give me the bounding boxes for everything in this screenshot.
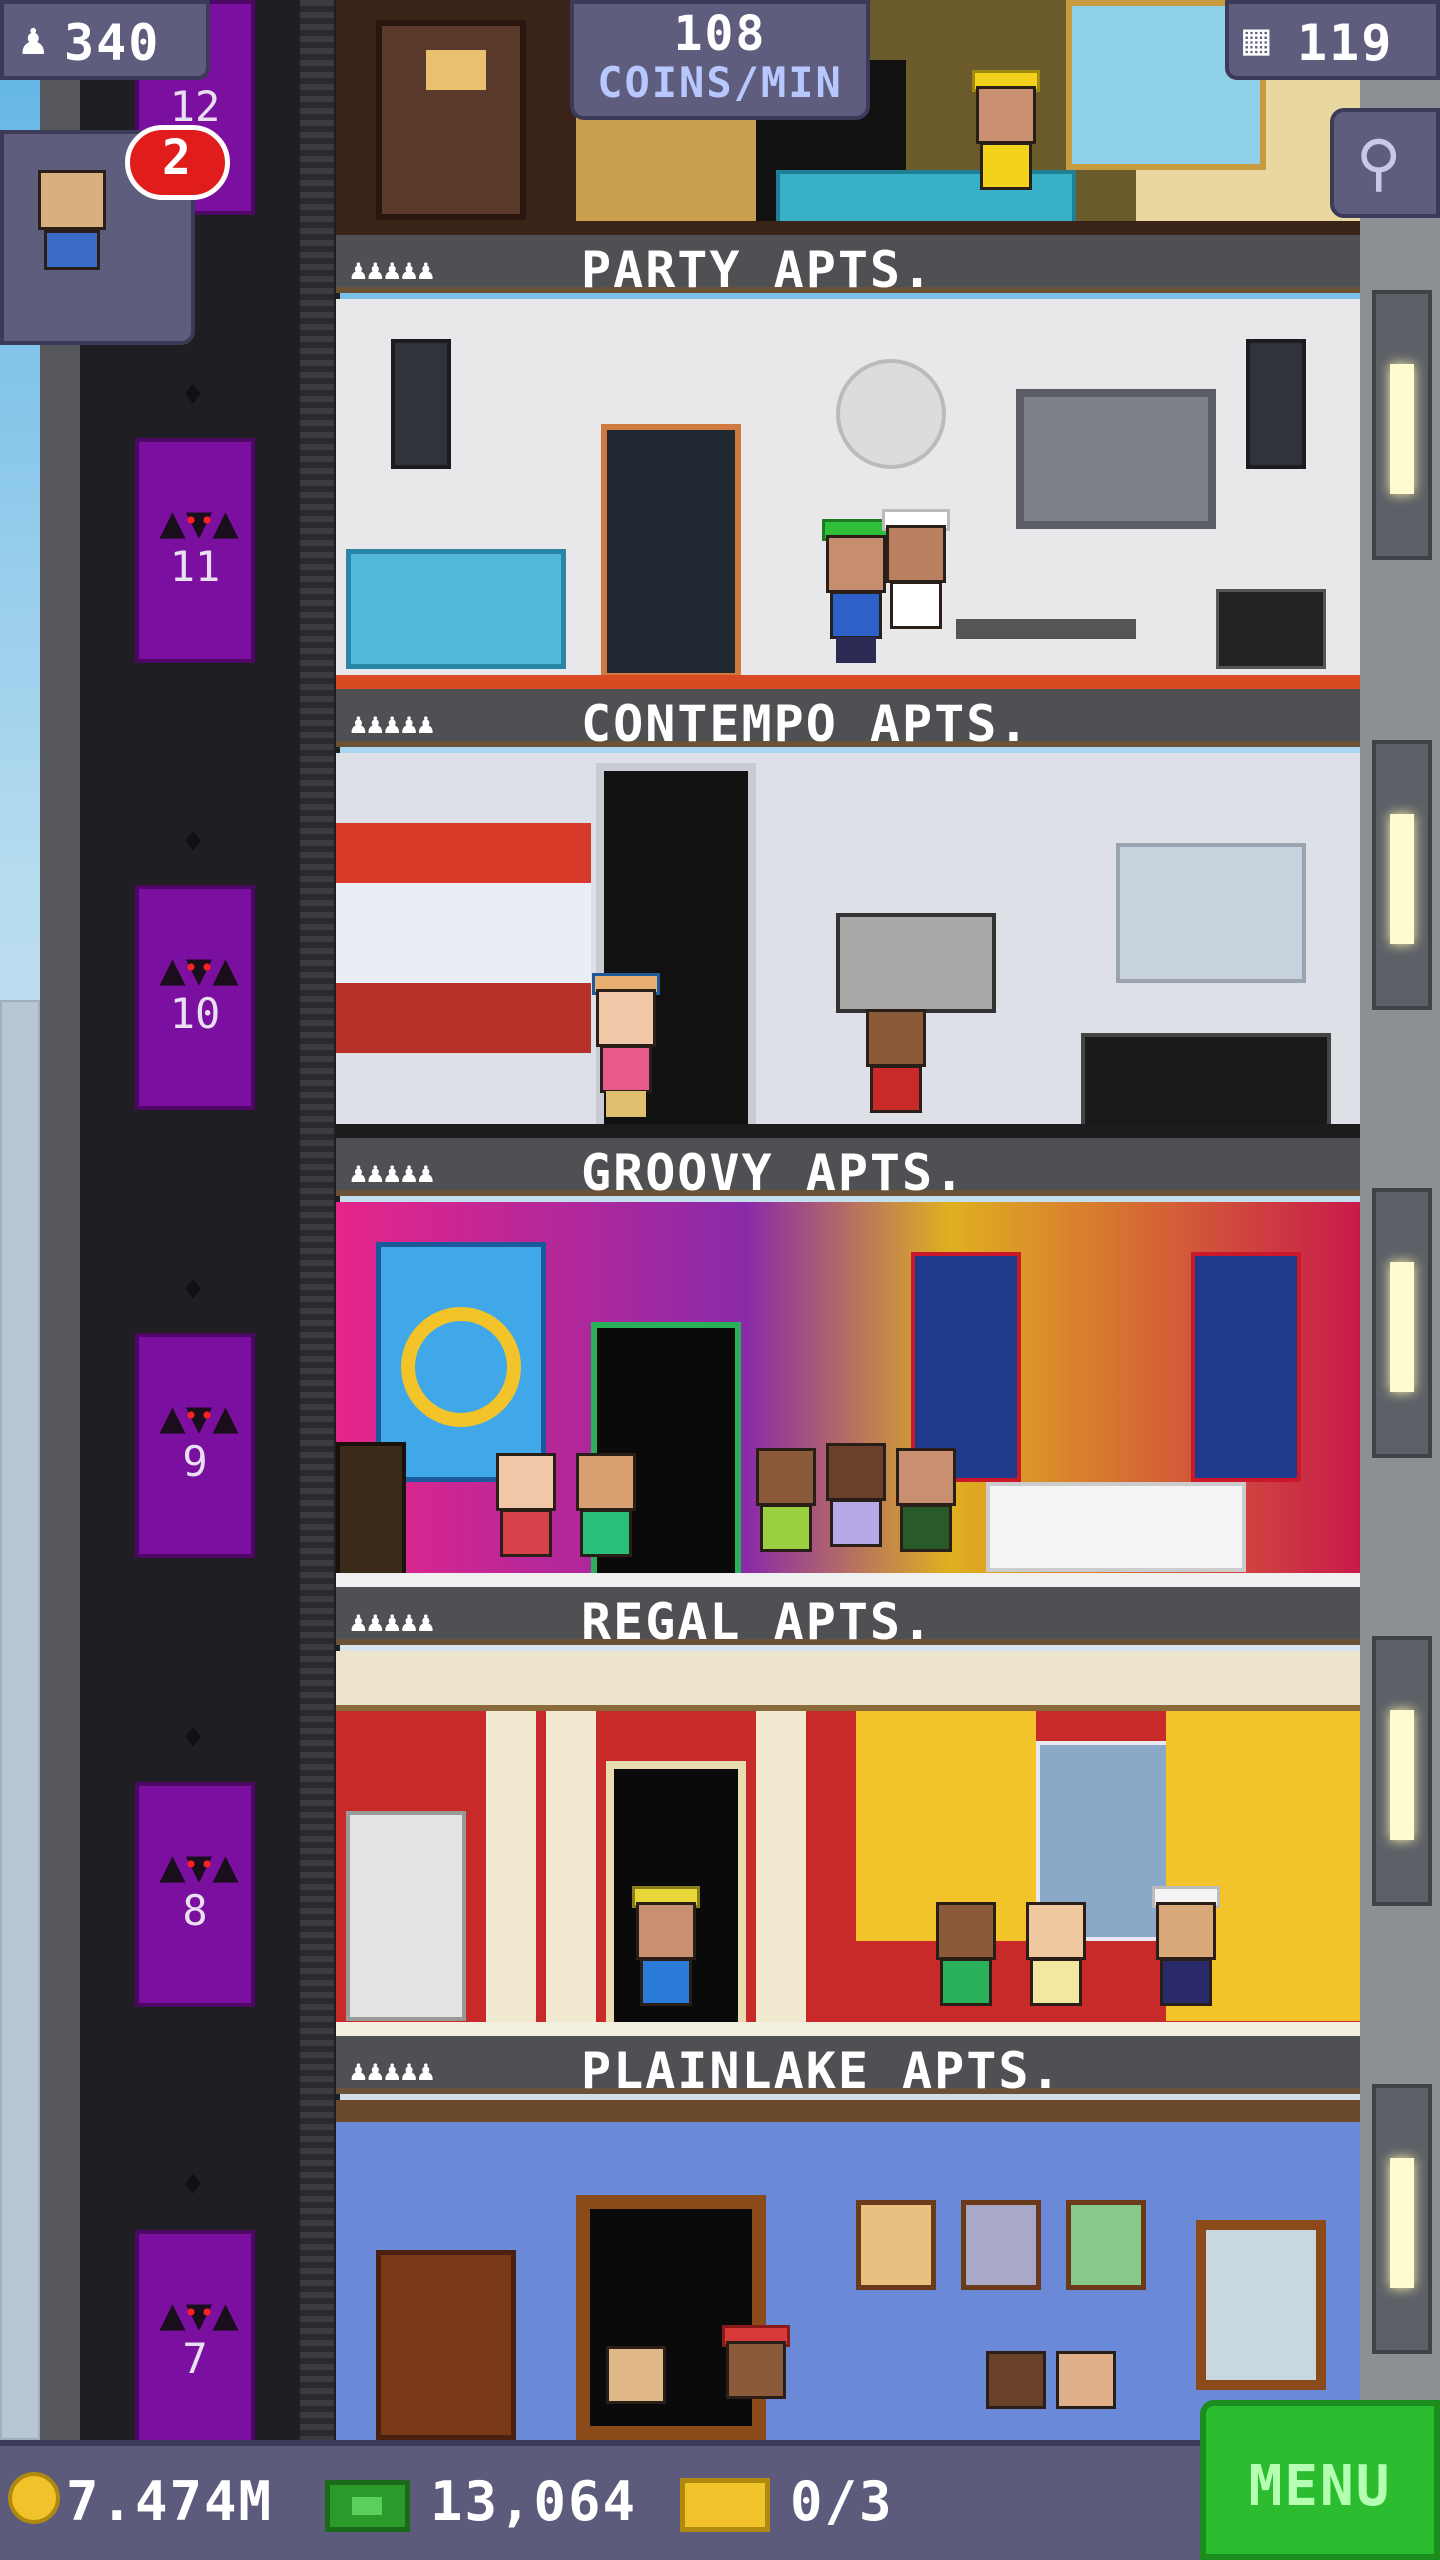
shelf	[1116, 843, 1306, 983]
window-light	[1372, 1636, 1432, 1906]
floor-banner[interactable]: ♟♟♟♟♟ GROOVY APTS.	[336, 1138, 1360, 1202]
coins-value[interactable]: 7.474M	[66, 2470, 273, 2533]
tv	[1016, 389, 1216, 529]
notification-badge[interactable]: 2	[125, 125, 230, 200]
shaft-lamp-icon: ♦	[182, 2165, 204, 2205]
bat-eyes	[187, 516, 211, 524]
picture-frame	[961, 2200, 1041, 2290]
floor-number: 8	[182, 1886, 208, 1935]
floor-number: 7	[182, 2334, 208, 2383]
floor-number: 11	[169, 542, 221, 591]
picture-frame	[1066, 2200, 1146, 2290]
elevator-shaft[interactable]	[40, 0, 340, 2440]
sofa	[986, 1482, 1246, 1572]
window-light	[1372, 290, 1432, 560]
speaker	[1246, 339, 1306, 469]
coin-icon	[8, 2472, 60, 2524]
floor-count-value: 119	[1297, 14, 1394, 72]
window-light	[1372, 1188, 1432, 1458]
speaker	[391, 339, 451, 469]
shaft-rail	[300, 0, 334, 2440]
bat-eyes	[187, 2308, 211, 2316]
column	[546, 1711, 596, 2031]
disco-ball	[836, 359, 946, 469]
floor-name: CONTEMPO APTS.	[581, 695, 1031, 753]
coins-per-min-value: 108	[673, 6, 767, 62]
building-icon: ▦	[1243, 14, 1270, 65]
residents-indicator: ♟♟♟♟♟	[350, 707, 435, 740]
bat-eyes	[187, 1860, 211, 1868]
visitor-avatar	[32, 170, 112, 320]
sofa	[346, 549, 566, 669]
floor-number: 9	[182, 1437, 208, 1486]
artwork	[836, 913, 996, 1013]
coins-per-min-label: COINS/MIN	[597, 58, 843, 107]
room-contempo-apts[interactable]	[336, 753, 1360, 1138]
room-groovy-apts[interactable]	[336, 1202, 1360, 1587]
flag-banner	[1191, 1252, 1301, 1482]
door[interactable]	[601, 424, 741, 679]
residents-indicator: ♟♟♟♟♟	[350, 1605, 435, 1638]
floor-counter[interactable]: ▦ 119	[1225, 0, 1440, 80]
speaker	[336, 1442, 406, 1577]
statue	[346, 1811, 466, 2021]
elevator-floor-9[interactable]: ▲▼▲ 9	[135, 1333, 255, 1558]
shaft-wall	[40, 0, 80, 2440]
magnifier-icon: ⚲	[1356, 126, 1402, 199]
floor-name: PLAINLAKE APTS.	[581, 2042, 1063, 2100]
coins-per-min-panel[interactable]: 108 COINS/MIN	[570, 0, 870, 120]
window-light	[1372, 2084, 1432, 2354]
residents-indicator: ♟♟♟♟♟	[350, 253, 435, 286]
population-value: 340	[64, 14, 161, 72]
elevator-floor-10[interactable]: ▲▼▲ 10	[135, 885, 255, 1110]
floor-number: 12	[169, 82, 221, 131]
ceiling-trim	[336, 2100, 1360, 2122]
bed	[1081, 1033, 1331, 1128]
wall-panel	[336, 823, 591, 1053]
floor-banner[interactable]: ♟♟♟♟♟ CONTEMPO APTS.	[336, 689, 1360, 753]
ticket-icon	[680, 2478, 770, 2532]
stereo	[1216, 589, 1326, 669]
floor-number: 10	[169, 989, 221, 1038]
bux-value[interactable]: 13,064	[430, 2470, 637, 2533]
shaft-lamp-icon: ♦	[182, 822, 204, 862]
table	[956, 619, 1136, 639]
floor-banner[interactable]: ♟♟♟♟♟ REGAL APTS.	[336, 1587, 1360, 1651]
cash-icon	[325, 2480, 410, 2532]
floor-name: GROOVY APTS.	[581, 1144, 967, 1202]
background-building	[0, 1000, 40, 2440]
picture-frame	[856, 2200, 936, 2290]
lamp-icon	[426, 50, 486, 90]
elevator-floor-8[interactable]: ▲▼▲ 8	[135, 1782, 255, 2007]
floor-banner[interactable]: ♟♟♟♟♟ PARTY APTS.	[336, 235, 1360, 299]
tickets-value[interactable]: 0/3	[790, 2470, 894, 2533]
elevator-floor-7[interactable]: ▲▼▲ 7	[135, 2230, 255, 2445]
floor-banner[interactable]: ♟♟♟♟♟ PLAINLAKE APTS.	[336, 2036, 1360, 2100]
floor-name: PARTY APTS.	[581, 241, 935, 299]
bat-eyes	[187, 963, 211, 971]
room-regal-apts[interactable]	[336, 1651, 1360, 2036]
elevator-floor-11[interactable]: ▲▼▲ 11	[135, 438, 255, 663]
shaft-lamp-icon: ♦	[182, 1718, 204, 1758]
window	[1196, 2220, 1326, 2390]
cornice	[336, 1651, 1360, 1711]
menu-button[interactable]: MENU	[1200, 2400, 1440, 2560]
population-counter[interactable]: ♟ 340	[0, 0, 210, 80]
floor-name: REGAL APTS.	[581, 1593, 935, 1651]
person-icon: ♟	[20, 14, 47, 65]
residents-indicator: ♟♟♟♟♟	[350, 2054, 435, 2087]
window-light	[1372, 740, 1432, 1010]
doorway[interactable]	[576, 2195, 766, 2440]
bookshelf	[376, 2250, 516, 2440]
bat-eyes	[187, 1411, 211, 1419]
search-button[interactable]: ⚲	[1330, 108, 1440, 218]
column	[756, 1711, 806, 2031]
room-party-apts[interactable]	[336, 299, 1360, 689]
room-plainlake-apts[interactable]	[336, 2100, 1360, 2440]
shaft-lamp-icon: ♦	[182, 1270, 204, 1310]
shaft-lamp-icon: ♦	[182, 375, 204, 415]
column	[486, 1711, 536, 2031]
residents-indicator: ♟♟♟♟♟	[350, 1156, 435, 1189]
